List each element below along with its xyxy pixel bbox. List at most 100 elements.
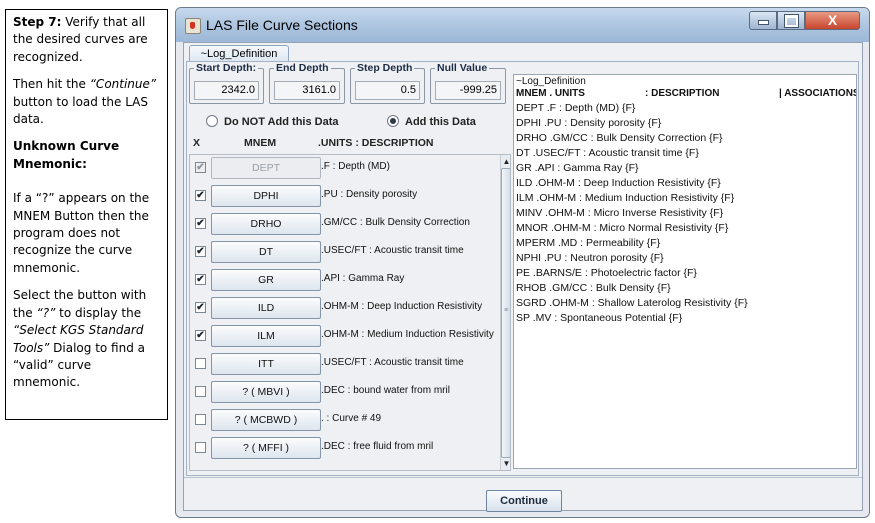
log-definition-text-area[interactable]: ~Log_Definition MNEM . UNITS : DESCRIPTI… bbox=[513, 74, 857, 469]
curve-units-description: .F : Depth (MD) bbox=[321, 161, 390, 172]
curve-units-description: .OHM-M : Medium Induction Resistivity bbox=[321, 329, 494, 340]
window-title: LAS File Curve Sections bbox=[206, 17, 358, 33]
unknown-heading-paragraph: Unknown Curve Mnemonic: bbox=[13, 138, 161, 173]
scroll-thumb[interactable]: ≡ bbox=[501, 168, 510, 458]
mnem-button[interactable]: ? ( MBVI ) bbox=[211, 381, 321, 403]
curve-checkbox[interactable] bbox=[195, 414, 206, 425]
column-header-x: X bbox=[193, 137, 201, 149]
curve-checkbox[interactable]: ✔ bbox=[195, 246, 206, 257]
log-line: DEPT .F : Depth (MD) {F} bbox=[516, 102, 636, 114]
curve-checkbox[interactable]: ✔ bbox=[195, 302, 206, 313]
curve-units-description: .API : Gamma Ray bbox=[321, 273, 405, 284]
log-line: ILM .OHM-M : Medium Induction Resistivit… bbox=[516, 192, 735, 204]
close-button[interactable]: X bbox=[805, 11, 860, 30]
log-line: MINV .OHM-M : Micro Inverse Resistivity … bbox=[516, 207, 724, 219]
start-depth-group: Start Depth: 2342.0 bbox=[189, 62, 264, 104]
log-line: SGRD .OHM-M : Shallow Laterolog Resistiv… bbox=[516, 297, 748, 309]
log-line: MNOR .OHM-M : Micro Normal Resistivity {… bbox=[516, 222, 729, 234]
radio-do-not-add-icon bbox=[206, 115, 218, 127]
start-depth-field[interactable]: 2342.0 bbox=[194, 81, 259, 100]
column-header-units-desc: .UNITS : DESCRIPTION bbox=[318, 137, 434, 149]
curve-row: ✔ ILD .OHM-M : Deep Induction Resistivity bbox=[190, 295, 495, 323]
log-line: DRHO .GM/CC : Bulk Density Correction {F… bbox=[516, 132, 723, 144]
curve-units-description: .GM/CC : Bulk Density Correction bbox=[321, 217, 470, 228]
log-line: SP .MV : Spontaneous Potential {F} bbox=[516, 312, 683, 324]
curve-list-scrollbar[interactable]: ▲ ≡ ▼ bbox=[500, 155, 510, 470]
scroll-down-icon[interactable]: ▼ bbox=[502, 458, 510, 469]
step-paragraph: Step 7: Verify that all the desired curv… bbox=[13, 14, 161, 66]
curve-row: ? ( MBVI ) .DEC : bound water from mril bbox=[190, 379, 495, 407]
radio-add[interactable]: Add this Data bbox=[387, 115, 476, 128]
curve-checkbox[interactable]: ✔ bbox=[195, 218, 206, 229]
unknown-paragraph: If a “?” appears on the MNEM Button then… bbox=[13, 191, 150, 275]
step-depth-field[interactable]: 0.5 bbox=[355, 81, 420, 100]
radio-add-icon bbox=[387, 115, 399, 127]
select-mid: to display the bbox=[55, 305, 142, 320]
curve-row: ✔ ILM .OHM-M : Medium Induction Resistivit… bbox=[190, 323, 495, 351]
curve-units-description: .DEC : free fluid from mril bbox=[321, 441, 434, 452]
select-q: “?” bbox=[36, 305, 56, 320]
log-line: PE .BARNS/E : Photoelectric factor {F} bbox=[516, 267, 697, 279]
unknown-heading: Unknown Curve Mnemonic: bbox=[13, 139, 120, 171]
las-curve-window: LAS File Curve Sections X ~Log_Definitio… bbox=[175, 7, 870, 518]
tab-log-definition[interactable]: ~Log_Definition bbox=[189, 45, 289, 62]
end-depth-field[interactable]: 3161.0 bbox=[274, 81, 340, 100]
minimize-icon bbox=[757, 20, 769, 25]
radio-add-label: Add this Data bbox=[405, 116, 476, 128]
mnem-button[interactable]: ILD bbox=[211, 297, 321, 319]
mnem-button[interactable]: ? ( MFFI ) bbox=[211, 437, 321, 459]
mnem-button[interactable]: ILM bbox=[211, 325, 321, 347]
log-title-line: ~Log_Definition bbox=[516, 76, 586, 87]
log-header-assoc: | ASSOCIATIONS bbox=[779, 88, 857, 99]
curve-checkbox[interactable]: ✔ bbox=[195, 190, 206, 201]
curve-checkbox[interactable] bbox=[195, 442, 206, 453]
bottom-divider bbox=[184, 477, 862, 478]
curve-checkbox[interactable] bbox=[195, 358, 206, 369]
curve-units-description: .OHM-M : Deep Induction Resistivity bbox=[321, 301, 483, 312]
curve-row: ✔ DPHI .PU : Density porosity bbox=[190, 183, 495, 211]
curve-row: ITT .USEC/FT : Acoustic transit time bbox=[190, 351, 495, 379]
continue-pre: Then hit the bbox=[13, 77, 90, 92]
null-value-group: Null Value -999.25 bbox=[430, 62, 506, 104]
column-header-mnem: MNEM bbox=[244, 137, 277, 149]
curve-units-description: .DEC : bound water from mril bbox=[321, 385, 450, 396]
curve-checkbox: ✔ bbox=[195, 162, 206, 173]
curve-row: ✔ GR .API : Gamma Ray bbox=[190, 267, 495, 295]
instruction-panel: Step 7: Verify that all the desired curv… bbox=[5, 9, 168, 420]
radio-do-not-add[interactable]: Do NOT Add this Data bbox=[206, 115, 338, 128]
mnem-button[interactable]: DPHI bbox=[211, 185, 321, 207]
mnem-button[interactable]: ? ( MCBWD ) bbox=[211, 409, 321, 431]
log-line: DPHI .PU : Density porosity {F} bbox=[516, 117, 662, 129]
log-line: GR .API : Gamma Ray {F} bbox=[516, 162, 639, 174]
curve-checkbox[interactable] bbox=[195, 386, 206, 397]
continue-button[interactable]: Continue bbox=[486, 490, 562, 512]
curve-row: ✔ DEPT .F : Depth (MD) bbox=[190, 155, 495, 183]
java-app-icon bbox=[185, 18, 201, 34]
log-line: NPHI .PU : Neutron porosity {F} bbox=[516, 252, 664, 264]
mnem-button[interactable]: GR bbox=[211, 269, 321, 291]
grip-icon: ≡ bbox=[504, 307, 509, 314]
scroll-up-icon[interactable]: ▲ bbox=[502, 156, 510, 167]
null-value-field[interactable]: -999.25 bbox=[435, 81, 501, 100]
log-line: RHOB .GM/CC : Bulk Density {F} bbox=[516, 282, 671, 294]
title-bar[interactable]: LAS File Curve Sections X bbox=[176, 8, 869, 42]
content-pane: ~Log_Definition Start Depth: 2342.0 End … bbox=[183, 42, 863, 512]
maximize-button[interactable] bbox=[777, 11, 805, 30]
curve-checkbox[interactable]: ✔ bbox=[195, 330, 206, 341]
mnem-button[interactable]: DRHO bbox=[211, 213, 321, 235]
end-depth-group: End Depth 3161.0 bbox=[269, 62, 345, 104]
curve-row: ✔ DT .USEC/FT : Acoustic transit time bbox=[190, 239, 495, 267]
minimize-button[interactable] bbox=[749, 11, 777, 30]
mnem-button[interactable]: DT bbox=[211, 241, 321, 263]
step-depth-label: Step Depth bbox=[355, 62, 415, 74]
curve-list: ✔ DEPT .F : Depth (MD) ✔ DPHI .PU : Density p… bbox=[189, 154, 511, 471]
radio-do-not-add-label: Do NOT Add this Data bbox=[224, 116, 339, 128]
curve-units-description: .PU : Density porosity bbox=[321, 189, 418, 200]
maximize-icon bbox=[783, 14, 799, 28]
curve-checkbox[interactable]: ✔ bbox=[195, 274, 206, 285]
null-value-label: Null Value bbox=[435, 62, 490, 74]
continue-word: “Continue” bbox=[89, 77, 157, 92]
mnem-button[interactable]: ITT bbox=[211, 353, 321, 375]
step-depth-group: Step Depth 0.5 bbox=[350, 62, 425, 104]
